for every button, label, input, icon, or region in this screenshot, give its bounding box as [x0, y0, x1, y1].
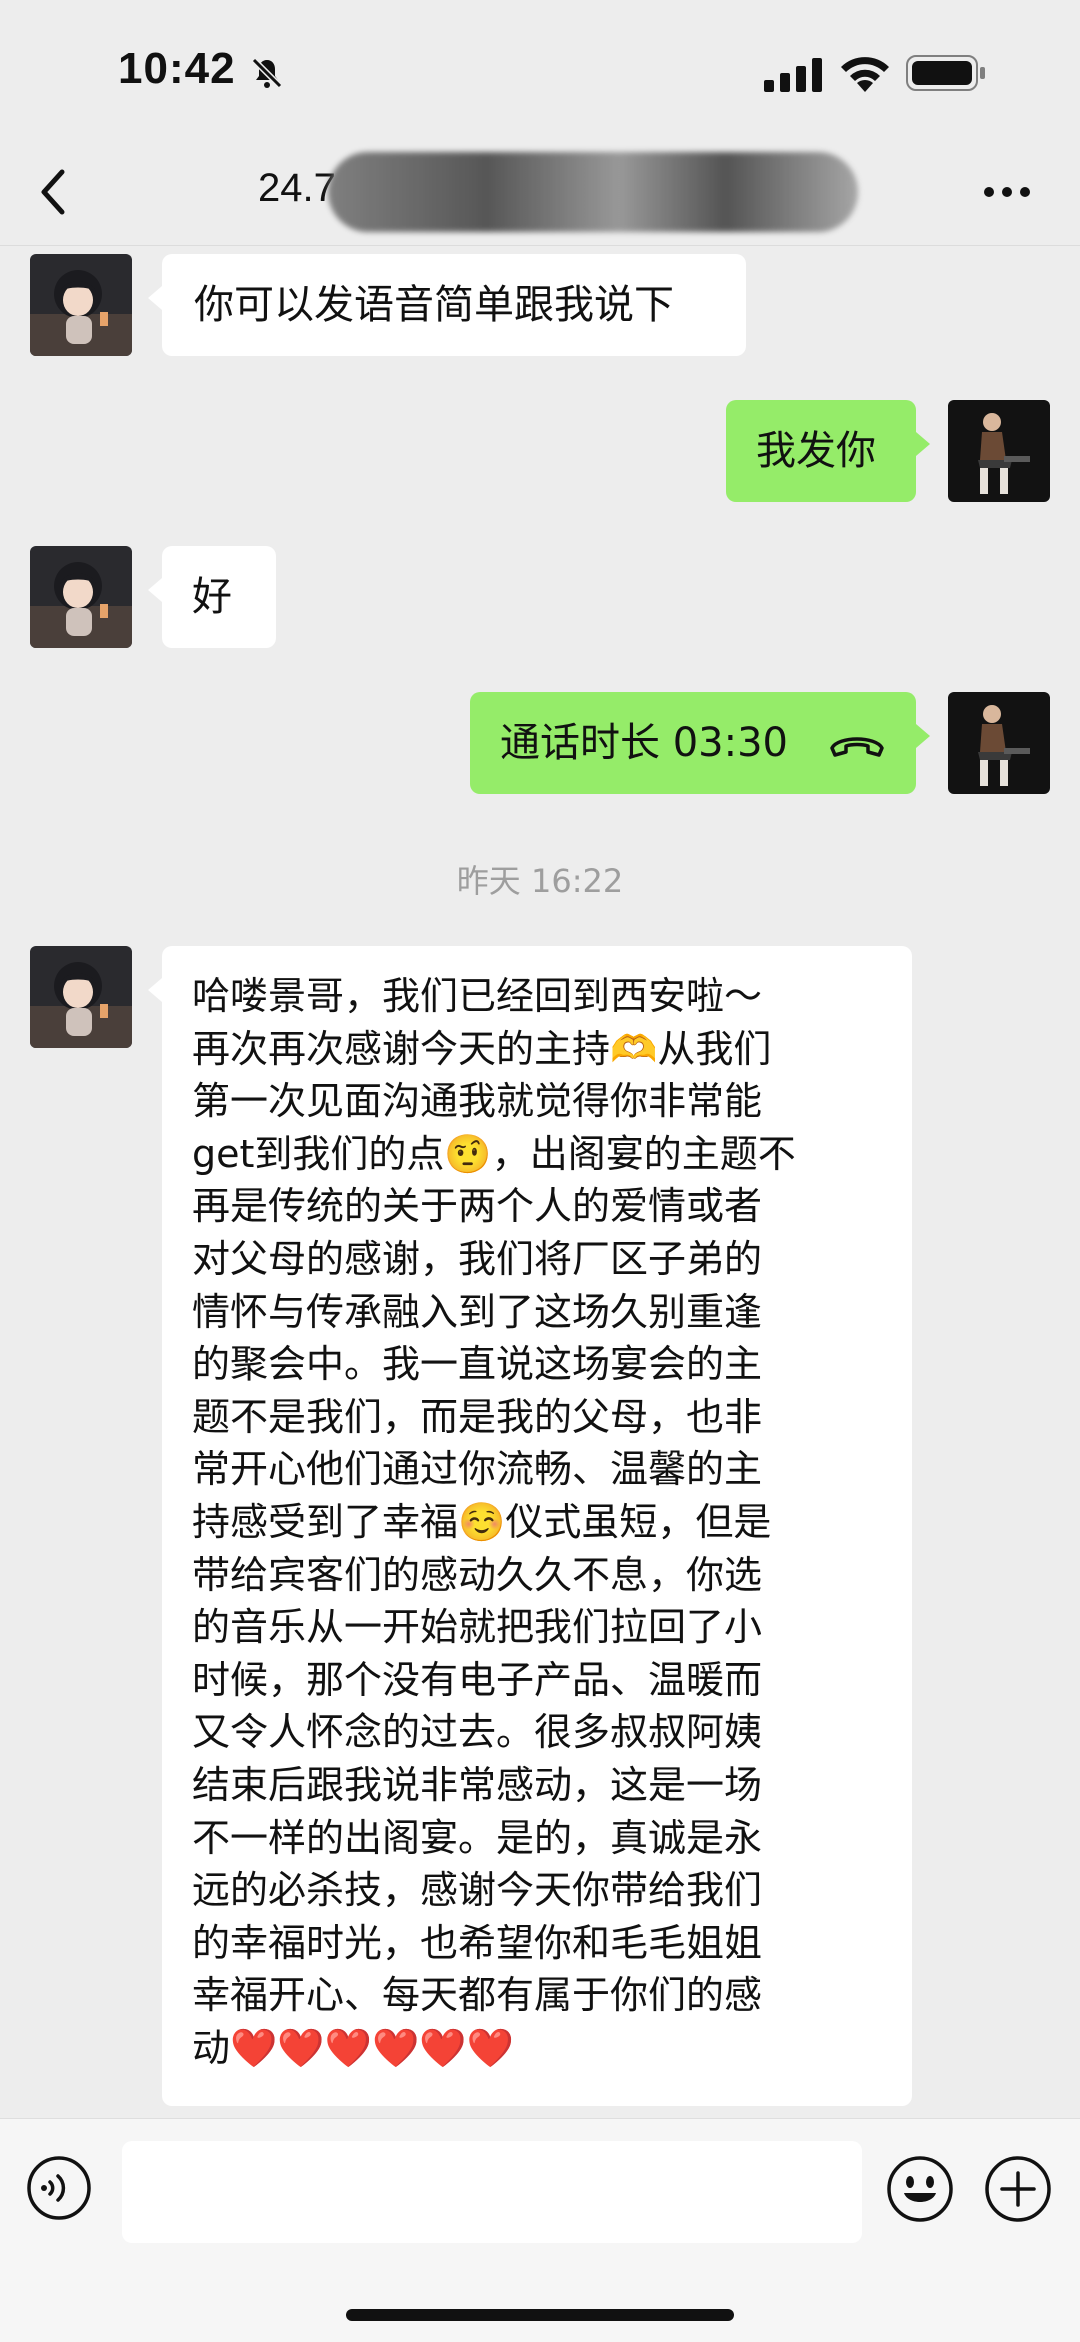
call-duration-text: 通话时长 03:30 — [500, 720, 788, 766]
message-line: 第一次见面沟通我就觉得你非常能 — [192, 1079, 763, 1124]
message-line: 的幸福时光，也希望你和毛毛姐姐 — [192, 1920, 763, 1965]
message-line: 带给宾客们的感动久久不息，你选 — [192, 1552, 763, 1597]
battery-icon — [906, 55, 985, 91]
message-line: 再次再次感谢今天的主持🫶从我们 — [192, 1026, 772, 1071]
message-line: 情怀与传承融入到了这场久别重逢 — [192, 1289, 763, 1334]
message-line: 不一样的出阁宴。是的，真诚是永 — [192, 1815, 763, 1860]
wifi-icon — [841, 57, 889, 92]
message-line: 再是传统的关于两个人的爱情或者 — [192, 1184, 763, 1229]
message-line: 哈喽景哥，我们已经回到西安啦～ — [192, 974, 763, 1018]
message-text: 我发你 — [756, 428, 876, 474]
plus-icon[interactable] — [984, 2155, 1052, 2223]
cellular-signal-icon — [764, 58, 822, 92]
bell-muted-icon — [251, 57, 283, 89]
status-time: 10:42 — [118, 44, 236, 93]
message-line: 动❤️❤️❤️❤️❤️❤️ — [192, 2025, 514, 2070]
message-text-long: 哈喽景哥，我们已经回到西安啦～ 再次再次感谢今天的主持🫶从我们 第一次见面沟通我就觉… — [192, 970, 882, 2074]
message-line: 结束后跟我说非常感动，这是一场 — [192, 1762, 763, 1807]
my-avatar[interactable] — [948, 400, 1050, 502]
chevron-left-icon[interactable] — [34, 166, 74, 218]
message-text: 你可以发语音简单跟我说下 — [194, 282, 674, 328]
message-line: 持感受到了幸福☺️仪式虽短，但是 — [192, 1499, 772, 1544]
message-bubble-received-long[interactable]: 哈喽景哥，我们已经回到西安啦～ 再次再次感谢今天的主持🫶从我们 第一次见面沟通我就觉… — [148, 946, 912, 2106]
message-line: 又令人怀念的过去。很多叔叔阿姨 — [192, 1710, 763, 1755]
input-bar — [0, 2118, 1080, 2342]
message-line: 的聚会中。我一直说这场宴会的主 — [192, 1342, 763, 1387]
my-avatar[interactable] — [948, 692, 1050, 794]
message-line: 幸福开心、每天都有属于你们的感 — [192, 1973, 763, 2018]
message-line: 常开心他们通过你流畅、温馨的主 — [192, 1447, 763, 1492]
status-bar: 10:42 — [0, 0, 1080, 140]
more-dots-icon[interactable] — [982, 184, 1032, 200]
contact-avatar[interactable] — [30, 946, 132, 1048]
message-bubble-received[interactable]: 你可以发语音简单跟我说下 — [148, 254, 746, 356]
message-line: 题不是我们，而是我的父母，也非 — [192, 1394, 763, 1439]
call-record-bubble[interactable]: 通话时长 03:30 — [470, 692, 930, 794]
phone-hangup-icon — [830, 737, 884, 757]
message-text: 好 — [192, 574, 232, 620]
message-bubble-received[interactable]: 好 — [148, 546, 276, 648]
time-divider: 昨天 16:22 — [456, 862, 624, 900]
chat-title: 24.7 — [258, 166, 336, 210]
message-line: 远的必杀技，感谢今天你带给我们 — [192, 1868, 763, 1913]
emoji-icon[interactable] — [886, 2155, 954, 2223]
chat-header: 24.7 — [0, 140, 1080, 246]
contact-avatar[interactable] — [30, 546, 132, 648]
message-bubble-sent[interactable]: 我发你 — [726, 400, 930, 502]
message-line: 的音乐从一开始就把我们拉回了小 — [192, 1605, 763, 1650]
voice-icon[interactable] — [26, 2155, 92, 2221]
message-input[interactable] — [122, 2141, 862, 2243]
home-indicator — [346, 2309, 734, 2321]
message-line: get到我们的点🤨，出阁宴的主题不 — [192, 1131, 796, 1176]
redaction-scribble — [328, 152, 858, 232]
message-line: 时候，那个没有电子产品、温暖而 — [192, 1657, 763, 1702]
contact-avatar[interactable] — [30, 254, 132, 356]
message-line: 对父母的感谢，我们将厂区子弟的 — [192, 1236, 763, 1281]
